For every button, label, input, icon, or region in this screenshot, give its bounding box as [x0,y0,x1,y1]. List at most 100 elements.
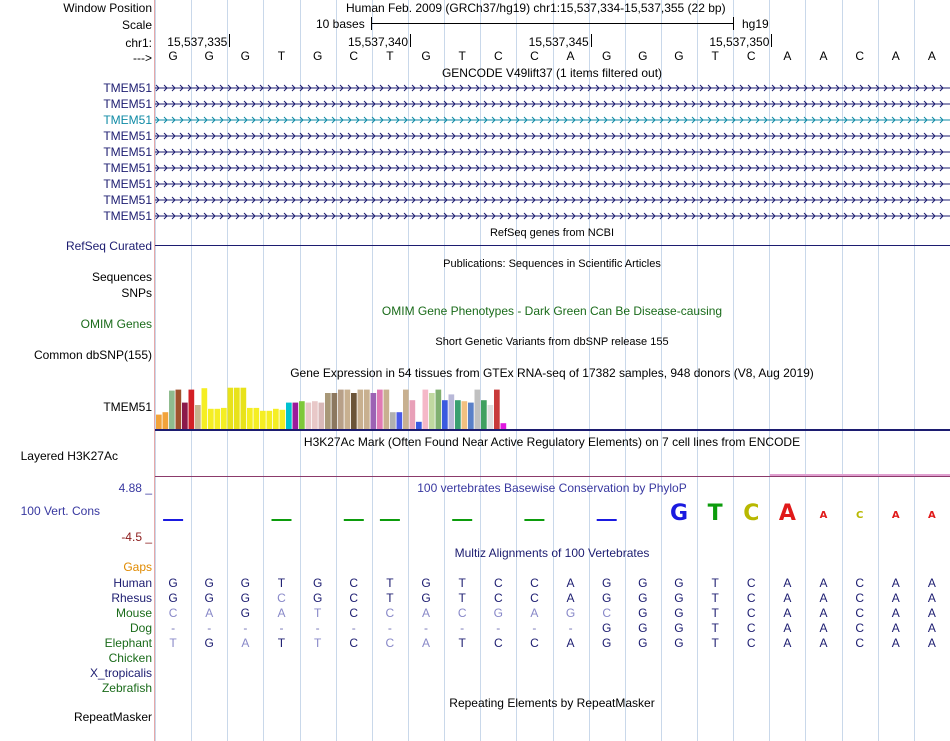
gtex-tissue-bar [442,400,448,429]
multiz-track-title: Multiz Alignments of 100 Vertebrates [454,546,650,560]
cons-logo-base: A [779,501,796,526]
species-label[interactable]: Elephant [0,636,152,650]
alignment-base: - [532,621,537,635]
alignment-base: T [277,636,286,650]
gencode-transcript-label[interactable]: TMEM51 [0,177,152,191]
alignment-base: C [349,591,359,605]
alignment-base: A [566,591,575,605]
scale-label: Scale [121,18,152,32]
alignment-base: A [819,621,828,635]
alignment-base: G [204,576,214,590]
reference-base: T [277,49,286,63]
species-label[interactable]: Chicken [0,651,152,665]
gencode-transcripts[interactable] [155,80,950,223]
window-position-label: Window Position [63,1,152,15]
species-label[interactable]: Rhesus [0,591,152,605]
alignment-base: A [927,636,936,650]
gtex-tissue-bar [448,394,455,429]
gtex-expression-bars[interactable] [155,380,950,430]
gencode-transcript-label[interactable]: TMEM51 [0,161,152,175]
gencode-transcript-label[interactable]: TMEM51 [0,97,152,111]
gencode-transcript-label[interactable]: TMEM51 [0,193,152,207]
gtex-tissue-bar [422,389,429,429]
alignment-base: - [315,621,320,635]
snps-track-label[interactable]: SNPs [0,286,152,300]
alignment-base: T [458,591,466,605]
alignment-base: C [493,591,503,605]
gencode-transcript-label[interactable]: TMEM51 [0,145,152,159]
gencode-transcript-label[interactable]: TMEM51 [0,129,152,143]
alignment-base: A [819,606,828,620]
omim-track-title: OMIM Gene Phenotypes - Dark Green Can Be… [381,304,723,318]
cons-track-label[interactable]: 100 Vert. Cons [0,504,100,518]
cons-min-label: -4.5 _ [121,530,152,544]
alignment-base: C [530,591,539,605]
ruler-position: 15,537,340 [347,35,409,49]
species-label[interactable]: Mouse [0,606,152,620]
publications-track-title: Publications: Sequences in Scientific Ar… [443,258,661,270]
alignment-base: A [783,636,792,650]
gtex-track-label[interactable]: TMEM51 [0,400,152,414]
publications-track-label[interactable]: Sequences [0,270,152,284]
gencode-transcript-label[interactable]: TMEM51 [0,113,152,127]
gtex-tissue-bar [377,389,383,429]
alignment-base: G [240,591,250,605]
alignment-base: A [927,606,936,620]
alignment-base: A [277,606,286,620]
alignment-base: - [568,621,573,635]
gtex-tissue-bar [409,400,416,429]
species-label[interactable]: Zebrafish [0,681,152,695]
gtex-tissue-bar [299,401,305,429]
gtex-tissue-bar [247,407,253,429]
cons-logo[interactable]: GTCAACAA [155,496,950,536]
alignment-base: A [927,576,936,590]
alignment-base: C [457,606,467,620]
reference-base: G [602,49,612,63]
species-label[interactable]: Dog [0,621,152,635]
alignment-base: T [169,636,177,650]
alignment-base: G [674,621,684,635]
gtex-tissue-bar [260,410,266,429]
refseq-track-label[interactable]: RefSeq Curated [0,239,152,253]
alignment-base: T [277,576,286,590]
gtex-tissue-bar [162,412,169,429]
alignment-base: - [243,621,248,635]
species-label[interactable]: Human [0,576,152,590]
alignment-base: G [168,576,178,590]
species-label[interactable]: X_tropicalis [0,666,152,680]
alignment-base: C [855,636,864,650]
reference-base: G [204,49,214,63]
alignment-base: G [674,606,684,620]
cons-logo-base: A [928,510,936,521]
cons-small-mark [343,519,364,521]
scale-text: 10 bases [316,17,365,31]
gtex-gene-line [155,429,950,431]
alignment-base: T [711,606,719,620]
gtex-tissue-bar [357,389,364,429]
alignment-base: - [387,621,392,635]
alignment-base: G [312,576,323,590]
reference-base: C [530,49,539,63]
repeatmasker-track-label[interactable]: RepeatMasker [0,710,152,724]
alignment-base: G [204,636,214,650]
dbsnp-track-label[interactable]: Common dbSNP(155) [0,348,152,362]
gtex-tissue-bar [312,401,318,429]
gtex-tissue-bar [364,389,370,429]
alignment-base: G [204,591,214,605]
omim-track-label[interactable]: OMIM Genes [0,317,152,331]
alignment-base: G [674,636,684,650]
gtex-tissue-bar [468,402,474,429]
alignment-base: G [638,576,648,590]
alignment-base: T [711,576,719,590]
gtex-tissue-bar [188,389,195,429]
alignment-base: C [349,636,359,650]
gtex-tissue-bar [396,412,403,429]
scale-bar-left-tick [371,17,372,30]
refseq-transcript-line[interactable] [155,245,950,246]
cons-logo-base: C [856,510,863,521]
scale-assembly: hg19 [742,17,769,31]
gencode-transcript-label[interactable]: TMEM51 [0,209,152,223]
gencode-transcript-label[interactable]: TMEM51 [0,81,152,95]
h3k27ac-track-label[interactable]: Layered H3K27Ac [0,449,118,463]
alignment-base: G [240,576,250,590]
